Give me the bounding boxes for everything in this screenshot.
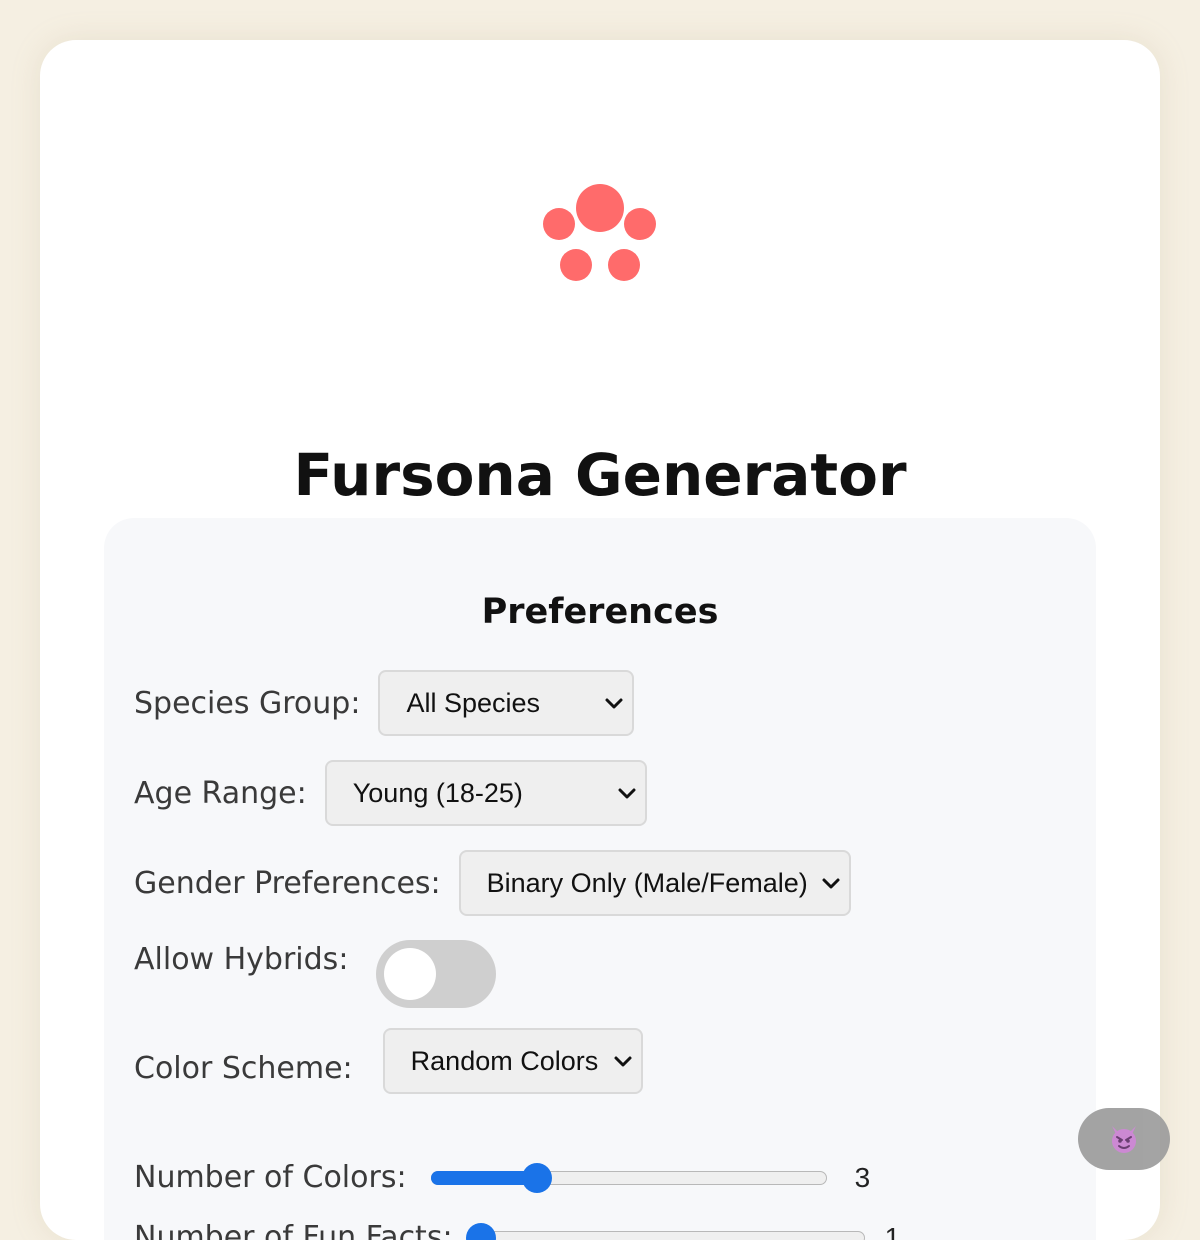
number-of-fun-facts-label: Number of Fun Facts:: [134, 1220, 453, 1240]
floating-mode-button[interactable]: [1078, 1108, 1170, 1170]
number-of-fun-facts-value: 1: [885, 1222, 901, 1240]
gender-preferences-value: Binary Only (Male/Female): [487, 868, 808, 899]
paw-icon: [40, 40, 1160, 340]
species-group-value: All Species: [406, 688, 540, 719]
slider-thumb[interactable]: [522, 1163, 552, 1193]
age-range-row: Age Range: Young (18-25): [134, 760, 647, 826]
chevron-down-icon: [821, 874, 841, 894]
color-scheme-label: Color Scheme:: [134, 1051, 353, 1086]
age-range-label: Age Range:: [134, 776, 307, 811]
devil-face-icon: [1107, 1122, 1141, 1156]
allow-hybrids-label: Allow Hybrids:: [134, 942, 348, 977]
age-range-value: Young (18-25): [353, 778, 523, 809]
main-card: Fursona Generator Preferences Species Gr…: [40, 40, 1160, 1240]
gender-preferences-select[interactable]: Binary Only (Male/Female): [459, 850, 851, 916]
page-title: Fursona Generator: [40, 440, 1160, 510]
gender-preferences-row: Gender Preferences: Binary Only (Male/Fe…: [134, 850, 851, 916]
toggle-knob: [384, 948, 436, 1000]
age-range-select[interactable]: Young (18-25): [325, 760, 647, 826]
color-scheme-select[interactable]: Random Colors: [383, 1028, 643, 1094]
number-of-colors-row: Number of Colors: 3: [134, 1160, 870, 1195]
chevron-down-icon: [613, 1052, 633, 1072]
chevron-down-icon: [617, 784, 637, 804]
slider-thumb[interactable]: [466, 1223, 496, 1240]
slider-track: [481, 1231, 865, 1240]
preferences-heading: Preferences: [104, 590, 1096, 634]
species-group-select[interactable]: All Species: [378, 670, 634, 736]
number-of-colors-label: Number of Colors:: [134, 1160, 407, 1195]
color-scheme-value: Random Colors: [411, 1046, 599, 1077]
slider-fill: [431, 1171, 538, 1185]
number-of-fun-facts-row: Number of Fun Facts: 1: [134, 1220, 900, 1240]
color-scheme-row: Color Scheme: Random Colors: [134, 1028, 643, 1094]
number-of-colors-value: 3: [855, 1162, 871, 1194]
gender-preferences-label: Gender Preferences:: [134, 866, 441, 901]
species-group-label: Species Group:: [134, 686, 360, 721]
allow-hybrids-row: Allow Hybrids:: [134, 940, 496, 1008]
allow-hybrids-toggle[interactable]: [376, 940, 496, 1008]
species-group-row: Species Group: All Species: [134, 670, 634, 736]
chevron-down-icon: [604, 694, 624, 714]
number-of-fun-facts-slider[interactable]: [481, 1223, 865, 1240]
number-of-colors-slider[interactable]: [431, 1163, 827, 1193]
preferences-panel: Preferences Species Group: All Species A…: [104, 518, 1096, 1240]
